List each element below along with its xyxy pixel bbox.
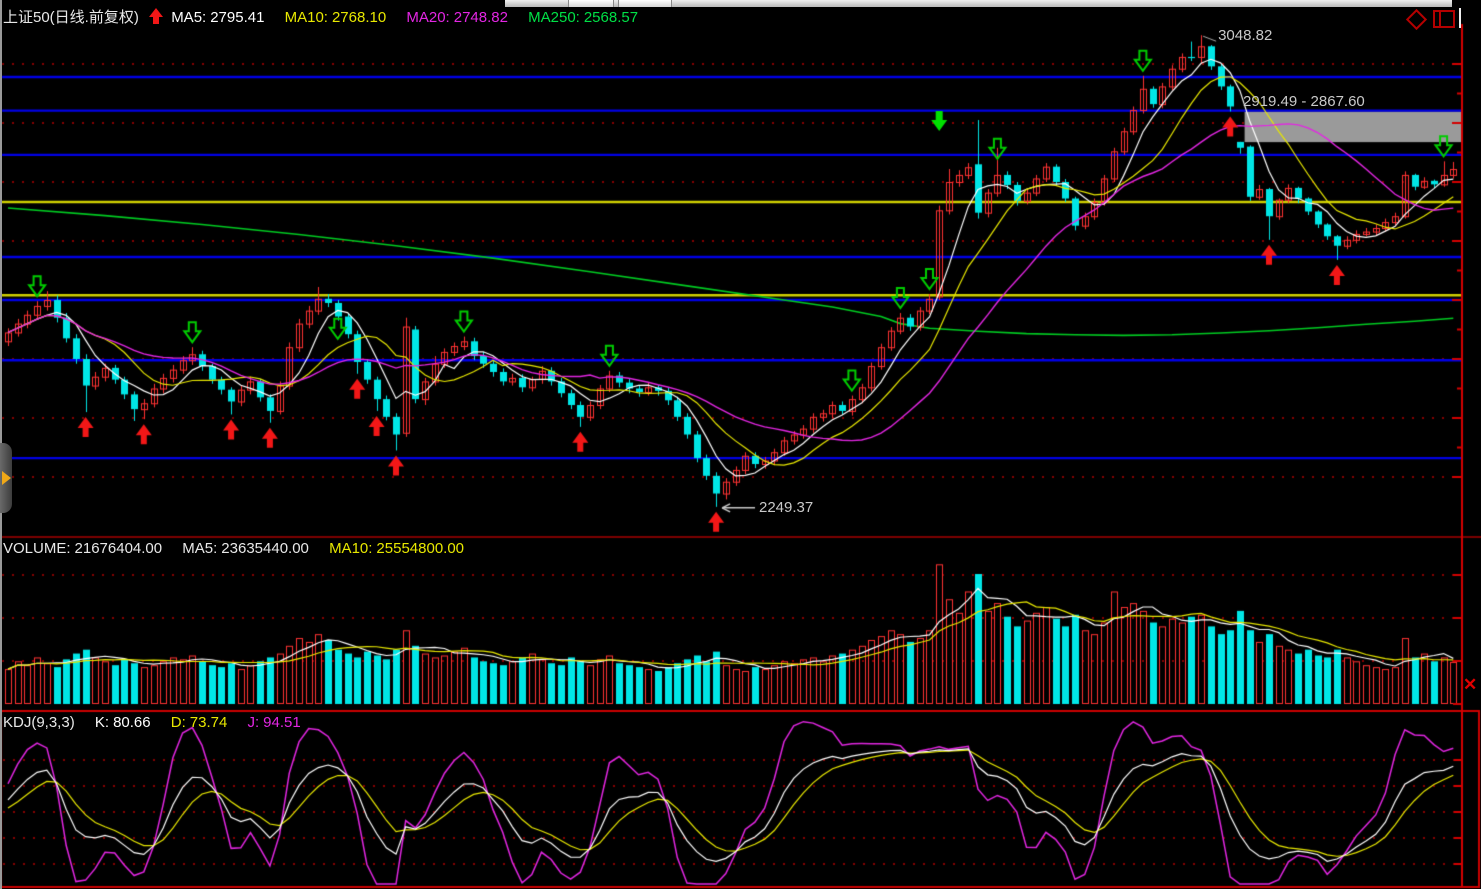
peak-price-annotation: 3048.82 xyxy=(1218,27,1272,44)
price-header: 上证50(日线.前复权) MA5:2795.41 MA10:2768.10 MA… xyxy=(3,6,642,27)
pane-expand-tab[interactable] xyxy=(0,443,12,513)
kdj-label: KDJ(9,3,3) xyxy=(3,714,75,731)
ma10-label: MA10: xyxy=(285,9,328,26)
volume-value: 21676404.00 xyxy=(75,540,163,557)
window-title-strip xyxy=(505,0,1452,7)
diamond-icon[interactable] xyxy=(1406,8,1427,29)
kdj-j-label: J: xyxy=(248,714,260,731)
trough-price-annotation: 2249.37 xyxy=(759,499,813,516)
kdj-header: KDJ(9,3,3) K:80.66 D:73.74 J:94.51 xyxy=(3,714,305,731)
volume-header: VOLUME:21676404.00 MA5:23635440.00 MA10:… xyxy=(3,540,468,557)
scrollbar-divider xyxy=(1459,8,1461,28)
chart-canvas[interactable] xyxy=(0,0,1481,889)
ma10-value: 2768.10 xyxy=(332,9,386,26)
ma20-label: MA20: xyxy=(406,9,449,26)
ma20-value: 2748.82 xyxy=(454,9,508,26)
toolbar-segment xyxy=(568,0,614,7)
volume-ma10-value: 25554800.00 xyxy=(376,540,464,557)
kdj-j-value: 94.51 xyxy=(263,714,301,731)
trading-app-window: ✕ 上证50(日线.前复权) MA5:2795.41 MA10:2768.10 … xyxy=(0,0,1481,889)
chart-title: 上证50(日线.前复权) xyxy=(3,9,139,26)
volume-label: VOLUME: xyxy=(3,540,71,557)
play-arrow-icon xyxy=(2,471,11,485)
volume-ma10-label: MA10: xyxy=(329,540,372,557)
volume-ma5-label: MA5: xyxy=(182,540,217,557)
volume-ma5-value: 23635440.00 xyxy=(221,540,309,557)
kdj-d-value: 73.74 xyxy=(190,714,228,731)
ma5-label: MA5: xyxy=(171,9,206,26)
kdj-d-label: D: xyxy=(171,714,186,731)
toolbar-segment xyxy=(618,0,672,7)
ma250-label: MA250: xyxy=(528,9,580,26)
kdj-k-label: K: xyxy=(95,714,109,731)
kdj-k-value: 80.66 xyxy=(113,714,151,731)
ma250-value: 2568.57 xyxy=(584,9,638,26)
ma5-value: 2795.41 xyxy=(210,9,264,26)
gap-range-annotation: 2919.49 - 2867.60 xyxy=(1243,93,1365,110)
window-icon[interactable] xyxy=(1433,10,1455,28)
close-icon[interactable]: ✕ xyxy=(1463,676,1477,693)
up-arrow-icon xyxy=(149,8,163,24)
